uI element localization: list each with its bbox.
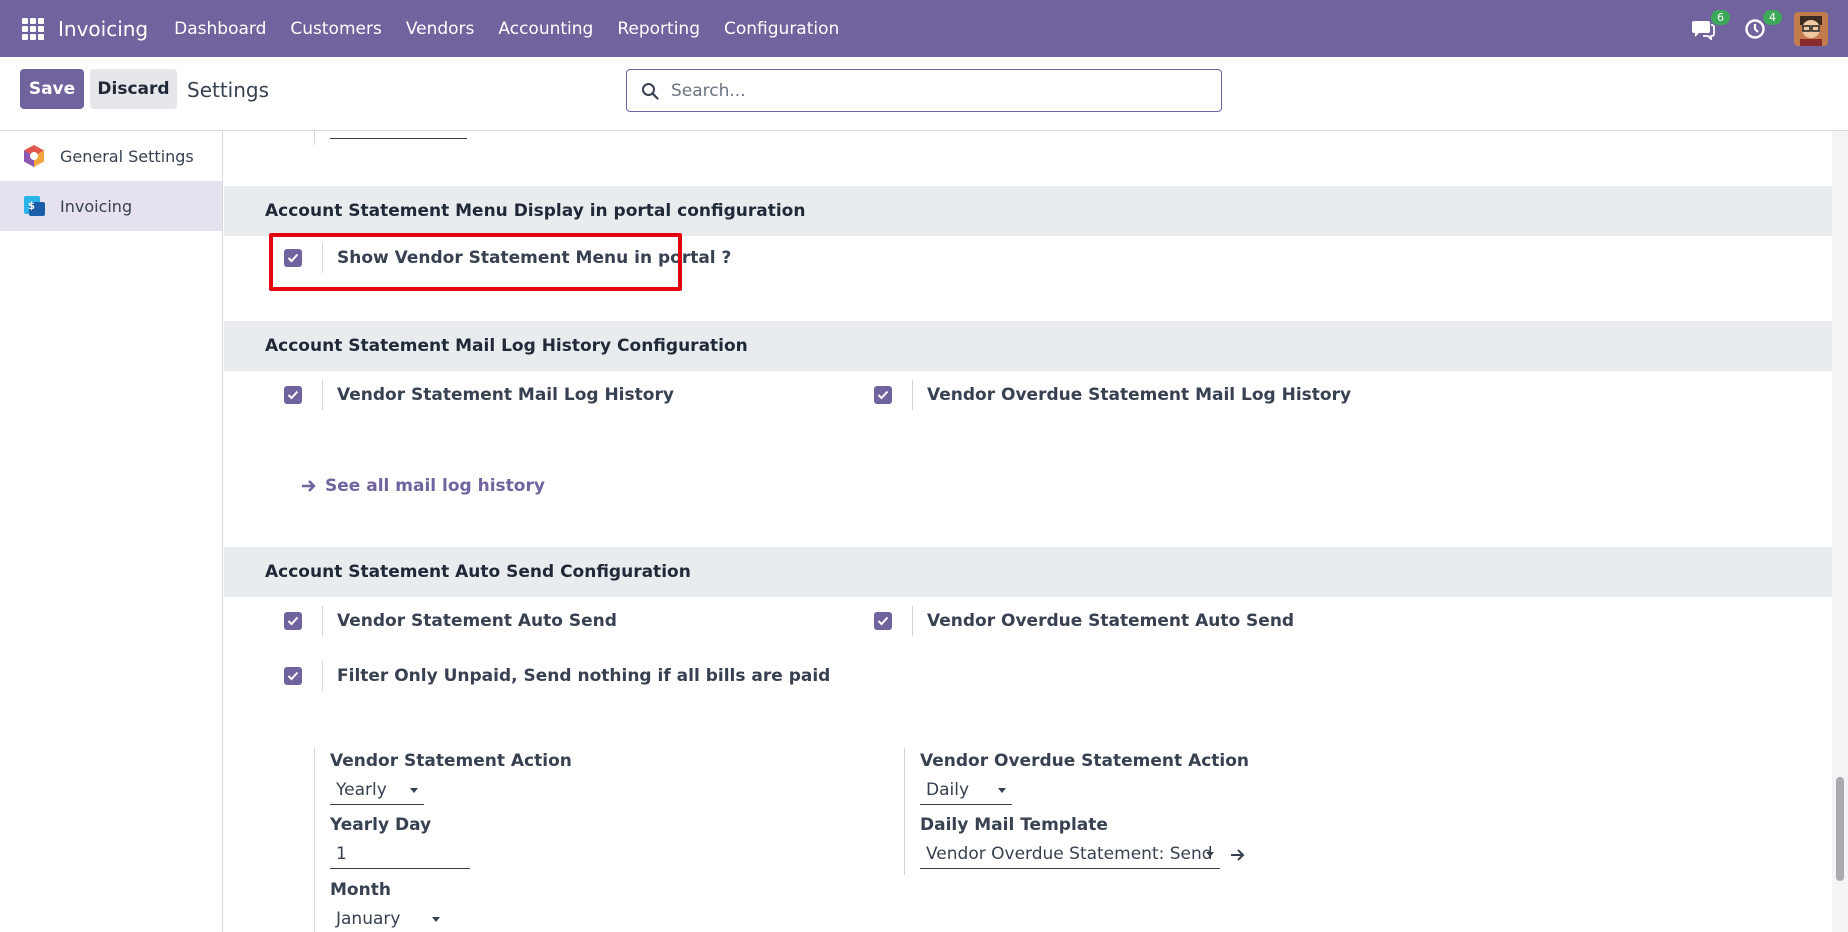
field-underline [330,138,467,139]
svg-text:$: $ [28,201,35,212]
vendor-overdue-auto-send-label: Vendor Overdue Statement Auto Send [927,611,1295,631]
section-header-portal: Account Statement Menu Display in portal… [224,186,1832,236]
vendor-action-label: Vendor Statement Action [330,751,572,771]
right-block-divider [904,748,905,875]
settings-sidebar: General Settings $ Invoicing [0,131,223,932]
invoicing-app-icon: $ [24,196,45,216]
vertical-scrollbar[interactable] [1832,131,1848,932]
check-icon [877,616,889,626]
divider [322,606,323,636]
top-navbar: Invoicing Dashboard Customers Vendors Ac… [0,0,1848,57]
overdue-action-value: Daily [926,779,970,800]
sidebar-item-invoicing[interactable]: $ Invoicing [0,181,222,231]
caret-down-icon [998,788,1006,793]
divider [912,380,913,410]
setting-vendor-overdue-log: Vendor Overdue Statement Mail Log Histor… [874,380,1351,410]
overdue-action-select[interactable]: Daily [920,775,1012,805]
settings-content: Account Statement Menu Display in portal… [224,131,1832,932]
check-icon [287,616,299,626]
menu-dashboard[interactable]: Dashboard [174,19,266,39]
search-icon [639,80,661,102]
vendor-auto-send-checkbox[interactable] [284,612,302,630]
menu-reporting[interactable]: Reporting [617,19,700,39]
caret-down-icon [1206,852,1214,857]
field-divider [314,131,315,145]
setting-vendor-log: Vendor Statement Mail Log History [284,380,674,410]
messages-badge: 6 [1711,9,1730,25]
yearly-day-value: 1 [336,843,347,864]
see-all-mail-log-link[interactable]: See all mail log history [301,476,545,496]
divider [322,380,323,410]
daily-template-value: Vendor Overdue Statement: Send [926,843,1213,864]
section-header-mail-log: Account Statement Mail Log History Confi… [224,321,1832,371]
vendor-overdue-log-checkbox[interactable] [874,386,892,404]
menu-configuration[interactable]: Configuration [724,19,839,39]
menu-vendors[interactable]: Vendors [406,19,475,39]
vendor-overdue-auto-send-checkbox[interactable] [874,612,892,630]
activities-button[interactable]: 4 [1742,9,1782,42]
user-avatar[interactable] [1794,11,1828,46]
save-button[interactable]: Save [20,69,84,109]
overdue-action-label: Vendor Overdue Statement Action [920,751,1250,771]
yearly-day-label: Yearly Day [330,815,432,835]
month-value: January [336,908,401,929]
sidebar-item-general-settings[interactable]: General Settings [0,131,222,181]
sidebar-item-label: Invoicing [60,196,133,216]
vendor-log-label: Vendor Statement Mail Log History [337,385,674,405]
highlight-box [269,233,682,291]
vendor-auto-send-label: Vendor Statement Auto Send [337,611,617,631]
vendor-overdue-log-label: Vendor Overdue Statement Mail Log Histor… [927,385,1352,405]
discard-button[interactable]: Discard [90,69,177,109]
divider [322,661,323,691]
divider [912,606,913,636]
daily-template-label: Daily Mail Template [920,815,1108,835]
month-label: Month [330,880,391,900]
apps-grid-icon[interactable] [22,17,44,40]
check-icon [287,390,299,400]
check-icon [287,671,299,681]
menu-accounting[interactable]: Accounting [498,19,593,39]
avatar-icon [1794,11,1828,46]
setting-filter-unpaid: Filter Only Unpaid, Send nothing if all … [284,661,830,691]
control-panel: Save Discard Settings [0,57,1848,131]
odoo-settings-icon [24,145,44,167]
daily-template-select[interactable]: Vendor Overdue Statement: Send [920,839,1220,869]
internal-link-arrow-icon[interactable] [1230,848,1246,862]
filter-unpaid-label: Filter Only Unpaid, Send nothing if all … [337,666,831,686]
vendor-action-select[interactable]: Yearly [330,775,424,805]
vendor-action-value: Yearly [336,779,387,800]
scrollbar-thumb[interactable] [1836,777,1844,881]
menu-customers[interactable]: Customers [290,19,381,39]
setting-vendor-auto-send: Vendor Statement Auto Send [284,606,617,636]
section-header-auto-send: Account Statement Auto Send Configuratio… [224,547,1832,597]
breadcrumb: Settings [187,78,270,102]
activities-badge: 4 [1763,9,1782,25]
month-select[interactable]: January [330,904,446,932]
caret-down-icon [432,917,440,922]
search-input[interactable] [671,80,1191,101]
setting-vendor-overdue-auto-send: Vendor Overdue Statement Auto Send [874,606,1294,636]
check-icon [877,390,889,400]
app-brand[interactable]: Invoicing [58,17,148,41]
caret-down-icon [410,788,418,793]
search-box[interactable] [626,69,1222,112]
clock-icon [1745,18,1765,39]
arrow-right-icon [302,480,316,492]
messages-button[interactable]: 6 [1690,9,1730,42]
sidebar-item-label: General Settings [60,146,194,166]
left-block-divider [314,748,315,932]
vendor-log-checkbox[interactable] [284,386,302,404]
filter-unpaid-checkbox[interactable] [284,667,302,685]
see-all-link-label: See all mail log history [325,476,545,496]
yearly-day-input[interactable]: 1 [330,839,470,869]
